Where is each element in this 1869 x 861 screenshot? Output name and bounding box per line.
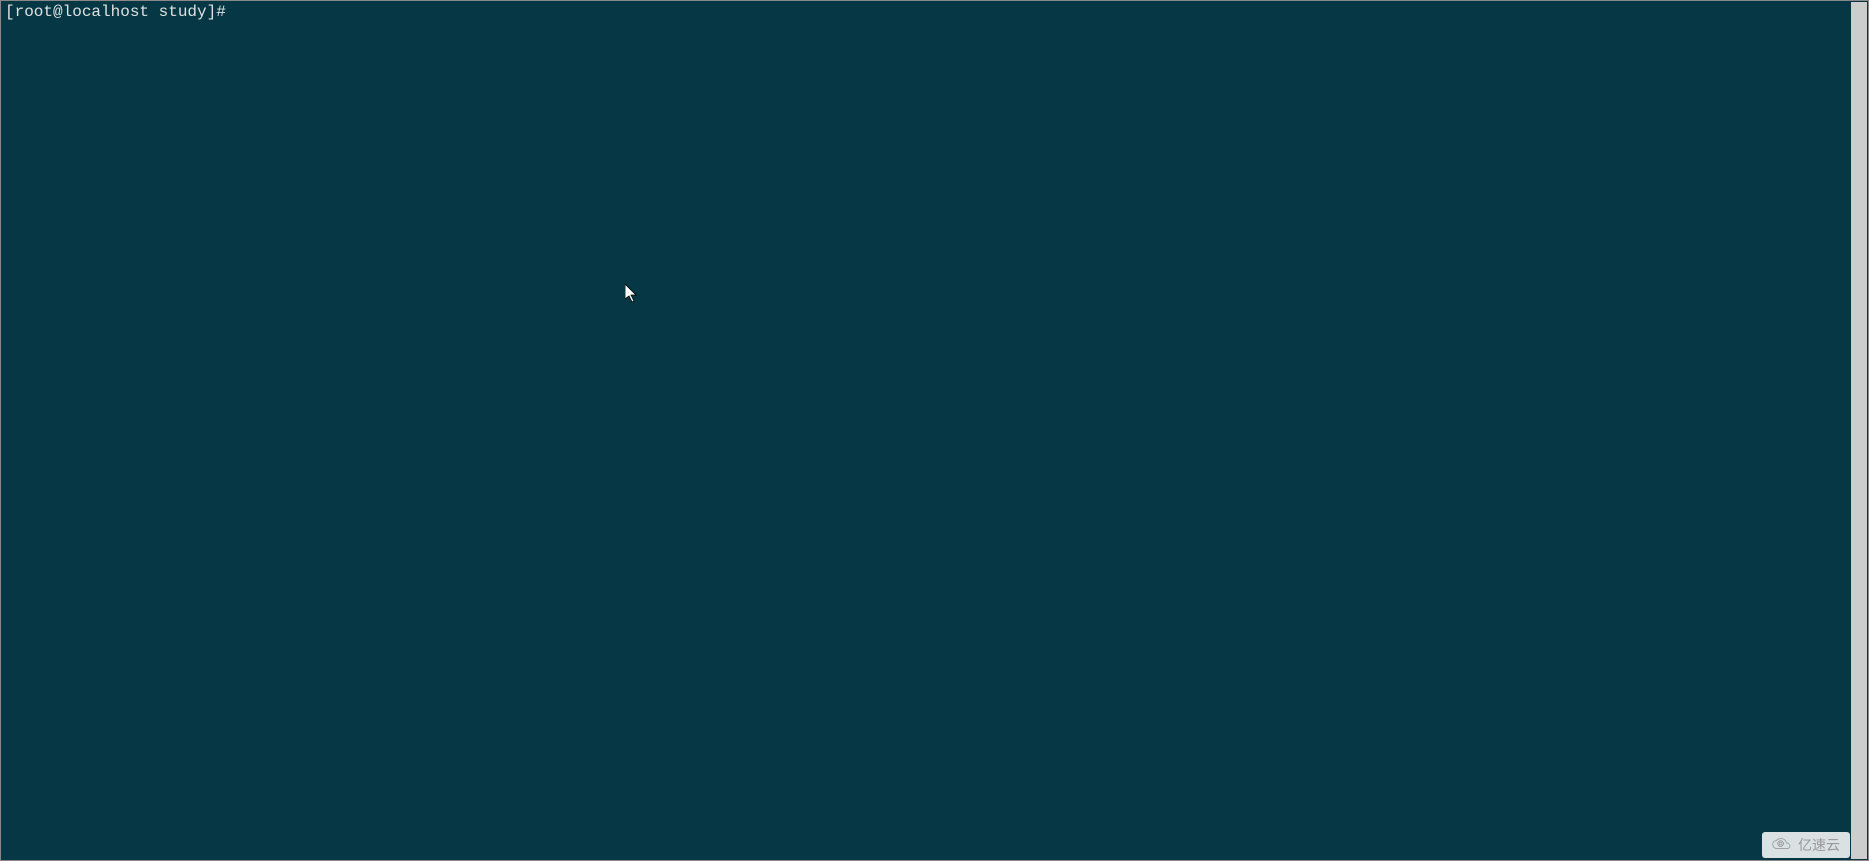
shell-prompt: [root@localhost study]# — [5, 3, 235, 21]
prompt-line: [root@localhost study]# — [5, 3, 1864, 21]
watermark-badge: 亿速云 — [1762, 832, 1850, 858]
vertical-scrollbar[interactable] — [1851, 2, 1867, 859]
terminal-window[interactable]: [root@localhost study]# — [1, 1, 1868, 860]
scrollbar-thumb[interactable] — [1852, 2, 1867, 859]
watermark-text: 亿速云 — [1798, 835, 1840, 855]
cloud-icon — [1772, 838, 1792, 852]
